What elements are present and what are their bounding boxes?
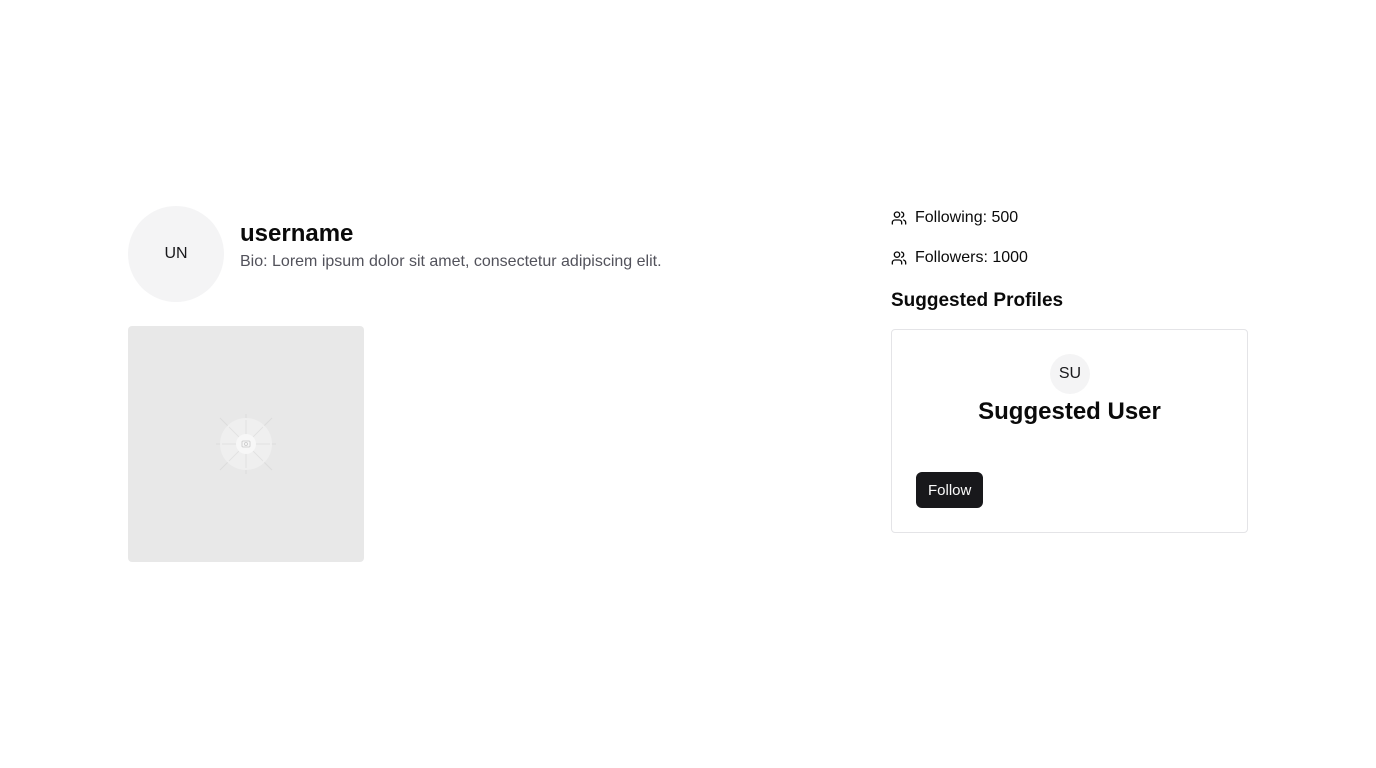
- followers-stat[interactable]: Followers: 1000: [891, 246, 1248, 270]
- sidebar: Following: 500 Followers: 1000 Suggested…: [891, 206, 1248, 533]
- image-placeholder-icon: [216, 414, 276, 474]
- follow-button[interactable]: Follow: [916, 472, 984, 508]
- suggested-user-name[interactable]: Suggested User: [892, 396, 1247, 428]
- username-heading: username: [240, 220, 354, 247]
- profile-header: UN username Bio: Lorem ipsum dolor sit a…: [128, 206, 662, 302]
- followers-count: Followers: 1000: [915, 249, 1028, 266]
- following-count: Following: 500: [915, 209, 1019, 226]
- avatar-initials: SU: [1058, 365, 1082, 382]
- suggested-profiles-heading: Suggested Profiles: [891, 290, 1064, 311]
- bio-text: Bio: Lorem ipsum dolor sit amet, consect…: [240, 253, 662, 270]
- post-thumbnail[interactable]: [128, 326, 364, 562]
- following-stat[interactable]: Following: 500: [891, 206, 1248, 230]
- suggested-profile-card: SU Suggested User Follow: [891, 329, 1248, 533]
- avatar: UN: [128, 206, 224, 302]
- profile-info: username Bio: Lorem ipsum dolor sit amet…: [240, 218, 662, 274]
- users-icon: [891, 251, 907, 265]
- users-icon: [891, 211, 907, 225]
- avatar[interactable]: SU: [1050, 354, 1090, 394]
- profile-page: UN username Bio: Lorem ipsum dolor sit a…: [0, 0, 1376, 768]
- avatar-initials: UN: [164, 245, 188, 262]
